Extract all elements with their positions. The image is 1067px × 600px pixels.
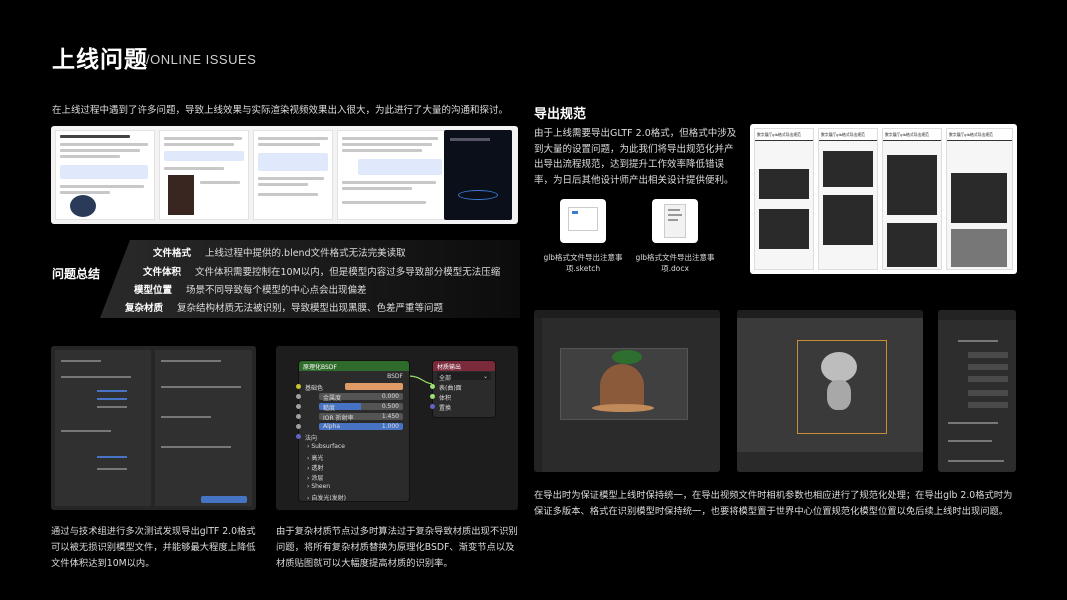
- page-title: 上线问题: [52, 47, 148, 73]
- export-title: 导出规范: [534, 107, 587, 122]
- camera-viewport-screenshot: [534, 310, 720, 472]
- problem-row: 模型位置 场景不同导致每个模型的中心点会出现偏差: [134, 285, 367, 296]
- bsdf-row[interactable]: Alpha 1.000: [296, 421, 409, 431]
- docx-file-name[interactable]: glb格式文件导出注意事项.docx: [630, 252, 720, 274]
- properties-panel-screenshot: [938, 310, 1016, 472]
- problems-label: 问题总结: [52, 267, 101, 281]
- page-subtitle: /ONLINE ISSUES: [146, 52, 257, 67]
- bsdf-section[interactable]: › 自发光(发射): [299, 491, 409, 502]
- output-socket: 表(曲)面: [430, 381, 495, 392]
- docx-file-icon[interactable]: [652, 199, 698, 243]
- output-socket: 体积: [430, 391, 495, 402]
- node-editor-screenshot: 原理化BSDF BSDF 基础色 金属度 0.000 糙度 0.500 IOR …: [276, 346, 518, 510]
- bsdf-row: 基础色: [296, 381, 409, 392]
- sketch-file-icon[interactable]: [560, 199, 606, 243]
- bsdf-normal: 法向: [296, 431, 409, 442]
- bsdf-section[interactable]: › 透射: [299, 461, 409, 472]
- bsdf-section[interactable]: › 高光: [299, 451, 409, 462]
- material-output-node[interactable]: 材质输出 全部 ⌄ 表(曲)面 体积 置换: [430, 360, 496, 418]
- bsdf-row[interactable]: 糙度 0.500: [296, 401, 409, 412]
- chat-panel: [159, 130, 249, 220]
- caption-middle: 由于复杂材质节点过多时算法过于复杂导致材质出现不识别问题，将所有复杂材质替换为原…: [276, 526, 518, 569]
- chat-panel: [253, 130, 333, 220]
- dark-preview: [444, 130, 512, 220]
- problem-row: 文件格式 上线过程中提供的.blend文件格式无法完美读取: [153, 248, 406, 259]
- model-viewport-screenshot: [737, 310, 923, 472]
- bsdf-section[interactable]: › 涂层: [299, 471, 409, 482]
- bsdf-node[interactable]: 原理化BSDF BSDF 基础色 金属度 0.000 糙度 0.500 IOR …: [296, 360, 410, 502]
- chat-screenshot: [51, 126, 518, 224]
- spec-documents-preview: 数字展厅glb格式导出规范 数字展厅glb格式导出规范 数字展厅glb格式导出规…: [750, 124, 1017, 274]
- export-text: 由于上线需要导出GLTF 2.0格式，但格式中涉及到大量的设置问题，为此我们将导…: [534, 128, 737, 186]
- chat-panel: [337, 130, 447, 220]
- export-settings-screenshot: [51, 346, 256, 510]
- chat-panel: [55, 130, 155, 220]
- output-socket: 置换: [430, 401, 495, 412]
- bsdf-section[interactable]: › Subsurface: [299, 441, 409, 451]
- bsdf-section[interactable]: › Sheen: [299, 481, 409, 491]
- bsdf-output: BSDF: [387, 373, 403, 380]
- sketch-file-name[interactable]: glb格式文件导出注意事项.sketch: [538, 252, 628, 274]
- caption-left: 通过与技术组进行多次测试发现导出glTF 2.0格式可以被无损识别模型文件，并能…: [51, 526, 256, 569]
- output-node-title: 材质输出: [433, 361, 495, 371]
- caption-right: 在导出时为保证模型上线时保持统一，在导出视频文件时相机参数也相应进行了规范化处理…: [534, 490, 1013, 517]
- output-target-select[interactable]: 全部 ⌄: [433, 371, 495, 382]
- bsdf-node-title: 原理化BSDF: [299, 361, 409, 371]
- problem-row: 复杂材质 复杂结构材质无法被识别，导致模型出现黑膜、色差严重等问题: [125, 303, 444, 314]
- bsdf-row[interactable]: 金属度 0.000: [296, 391, 409, 402]
- bsdf-row[interactable]: IOR 折射率 1.450: [296, 411, 409, 422]
- intro-text: 在上线过程中遇到了许多问题，导致上线效果与实际渲染视频效果出入很大，为此进行了大…: [52, 105, 509, 116]
- chevron-down-icon: ⌄: [482, 373, 488, 380]
- problem-row: 文件体积 文件体积需要控制在10M以内，但是模型内容过多导致部分模型无法压缩: [143, 267, 501, 278]
